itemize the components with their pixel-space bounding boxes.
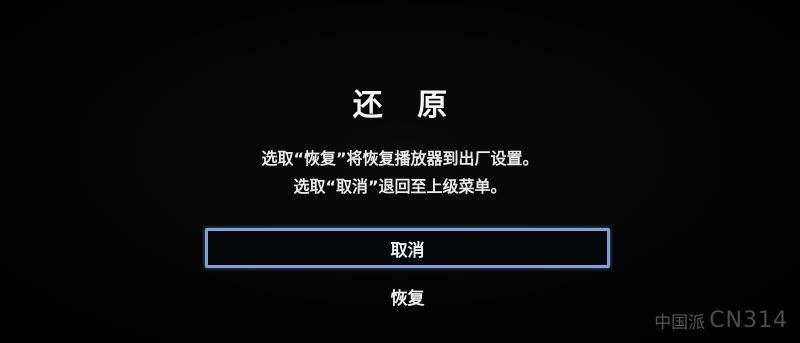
restore-button[interactable]: 恢复: [205, 276, 610, 316]
cancel-button[interactable]: 取消: [205, 228, 610, 268]
dialog-message-line-2: 选取“取消”退回至上级菜单。: [293, 177, 507, 196]
restore-button-label: 恢复: [390, 288, 425, 309]
watermark: 中国派 CN314: [654, 308, 788, 333]
watermark-text: 中国派: [654, 313, 706, 333]
watermark-logo: CN314: [709, 308, 788, 333]
dialog-message-line-1: 选取“恢复”将恢复播放器到出厂设置。: [261, 149, 539, 168]
dialog-title: 还 原: [352, 88, 460, 123]
cancel-button-label: 取消: [390, 240, 425, 261]
reset-dialog-screen: 还 原 选取“恢复”将恢复播放器到出厂设置。 选取“取消”退回至上级菜单。 取消…: [0, 0, 800, 343]
